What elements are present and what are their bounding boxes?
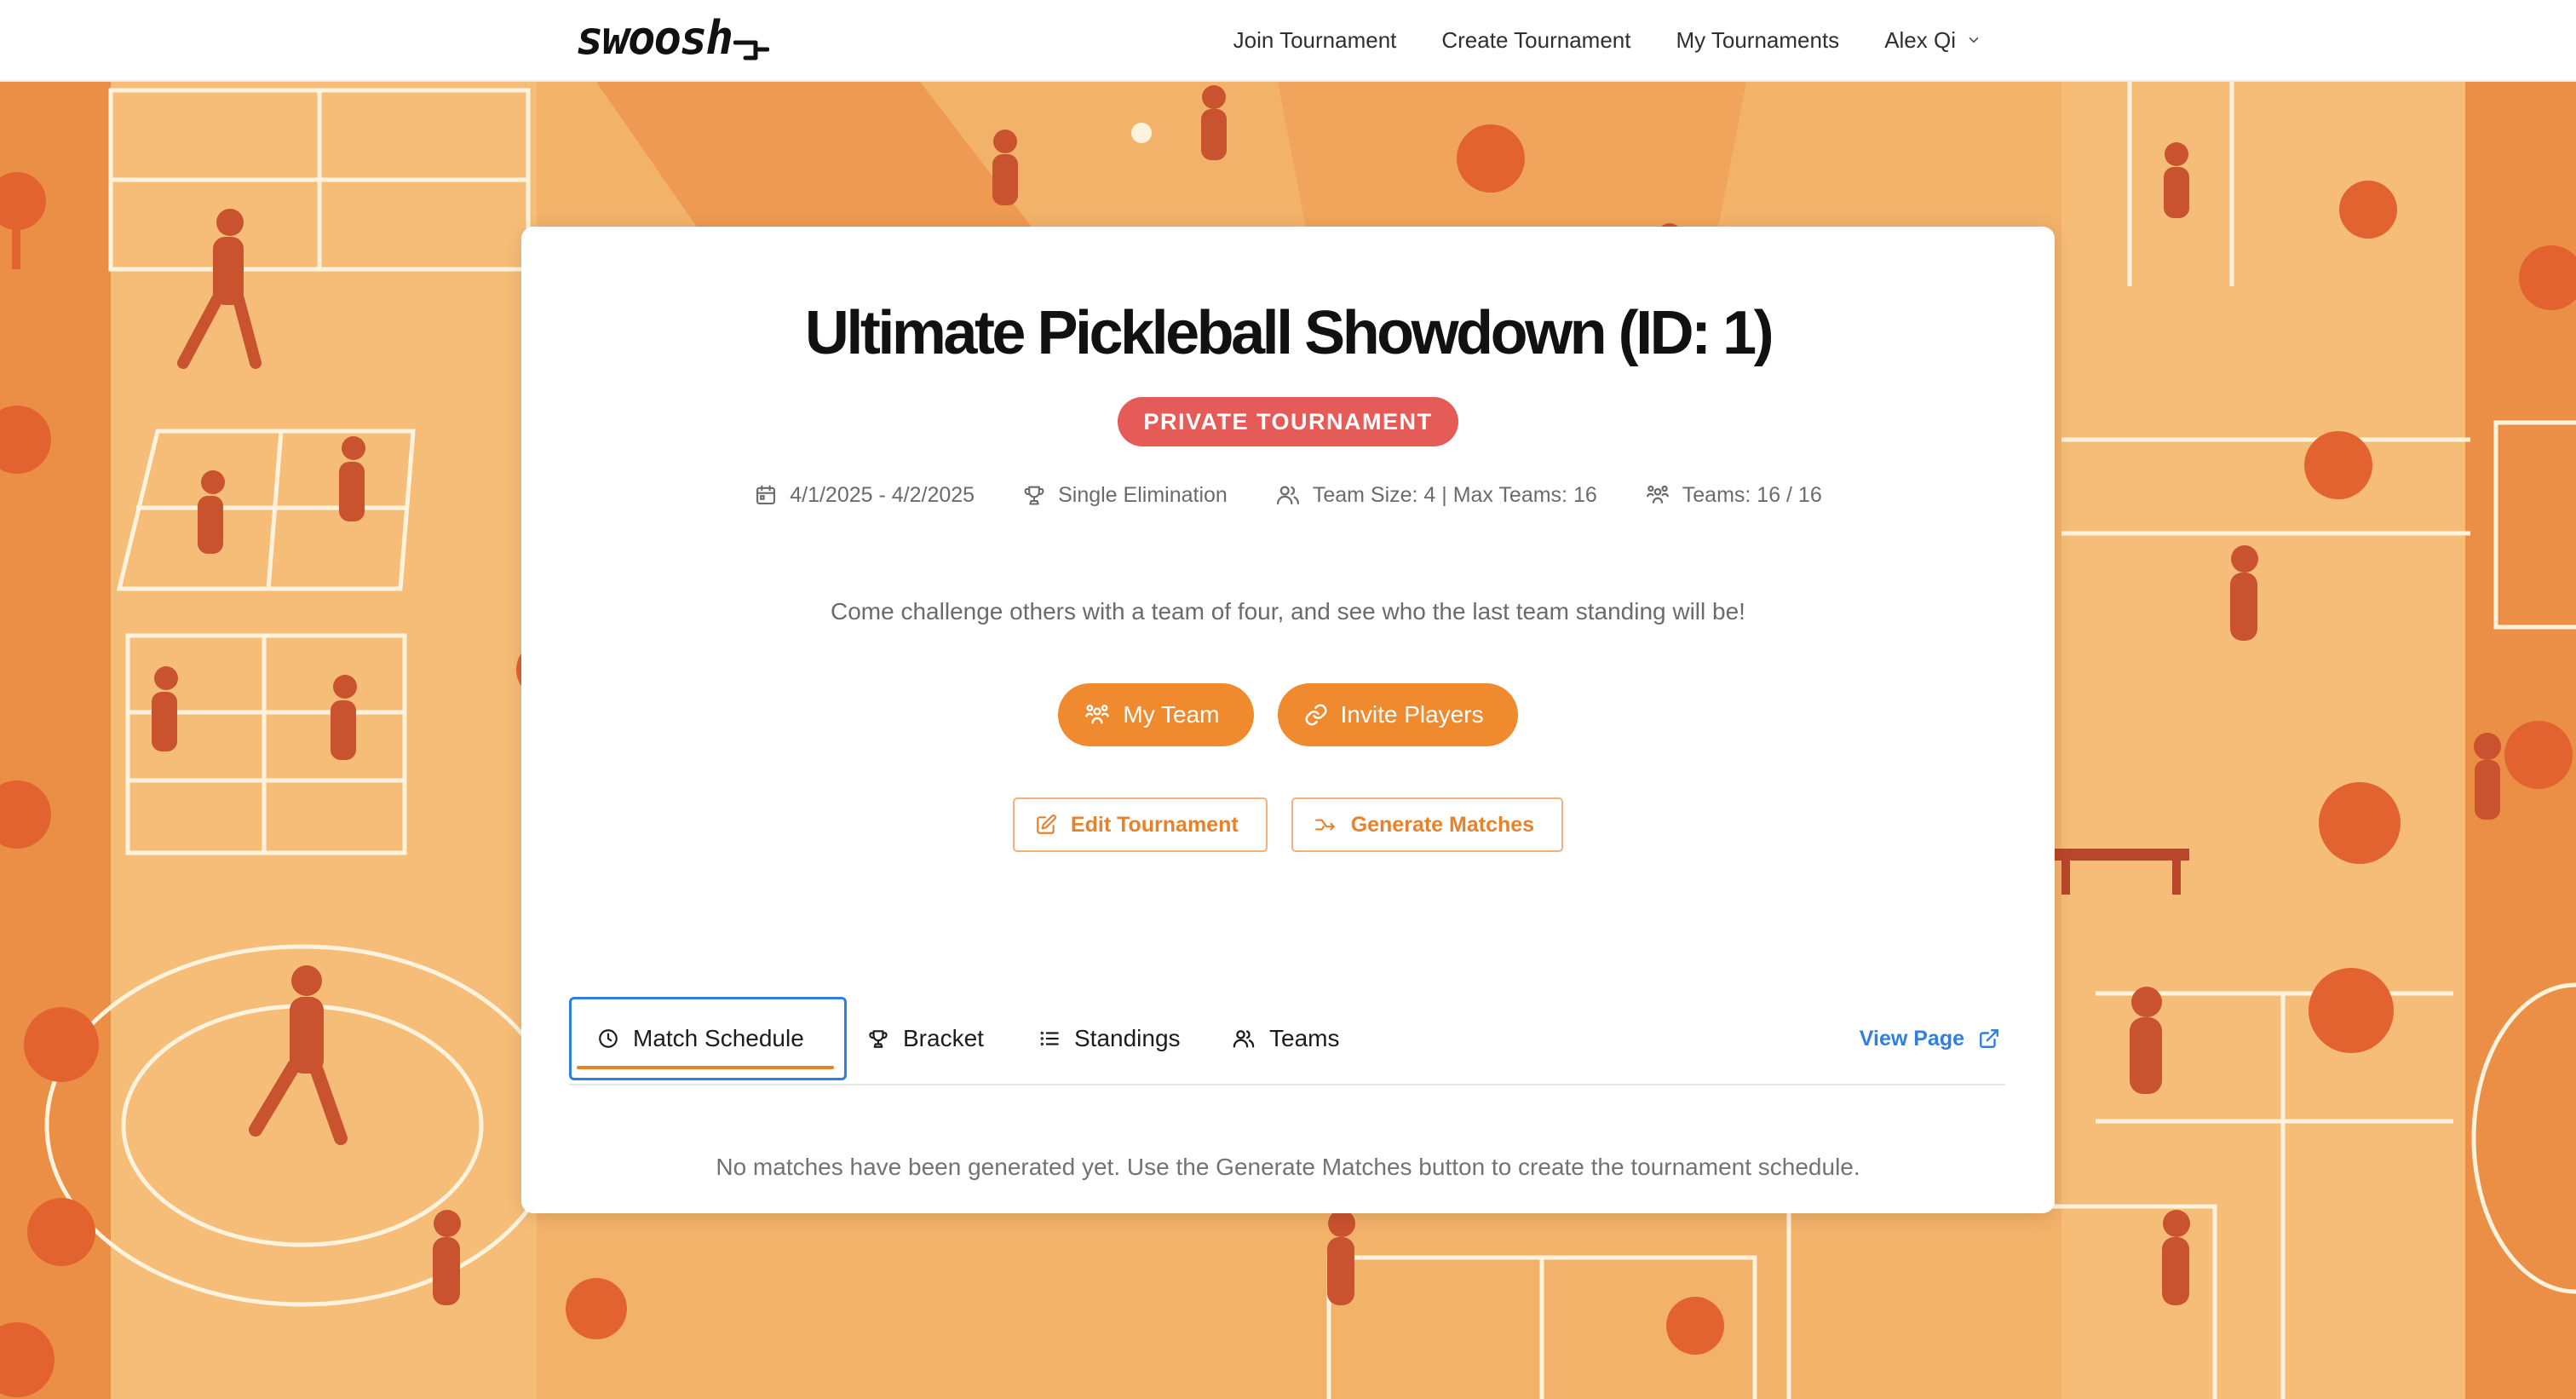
invite-players-button[interactable]: Invite Players: [1277, 683, 1518, 746]
generate-matches-button-label: Generate Matches: [1350, 812, 1535, 837]
meta-teams-count: Teams: 16 / 16: [1645, 482, 1822, 508]
primary-actions: My Team Invite Players: [521, 683, 2055, 746]
meta-format-text: Single Elimination: [1058, 482, 1228, 507]
empty-matches-message: No matches have been generated yet. Use …: [716, 1154, 1860, 1180]
tab-match-schedule-label: Match Schedule: [633, 1025, 804, 1051]
calendar-icon: [756, 485, 776, 504]
users-icon: [1276, 486, 1299, 505]
trophy-icon: [869, 1030, 888, 1048]
tab-teams-label: Teams: [1269, 1025, 1340, 1051]
edit-tournament-button[interactable]: Edit Tournament: [1012, 797, 1268, 852]
chevron-down-icon: [1969, 37, 1979, 43]
tab-bracket-label: Bracket: [903, 1025, 984, 1051]
nav-my-tournaments[interactable]: My Tournaments: [1676, 27, 1839, 54]
tournament-meta: 4/1/2025 - 4/2/2025 Single Elimination T…: [521, 482, 2055, 508]
tournament-tabs: Match Schedule Bracket Standings Teams V…: [569, 997, 2005, 1085]
tab-standings[interactable]: Standings: [1038, 999, 1181, 1079]
meta-dates: 4/1/2025 - 4/2/2025: [754, 482, 975, 508]
user-name: Alex Qi: [1884, 26, 1956, 53]
team-group-icon: [1646, 485, 1669, 504]
edit-icon: [1037, 815, 1056, 834]
nav-join-tournament[interactable]: Join Tournament: [1233, 27, 1397, 54]
top-navbar: swoosh Join Tournament Create Tournament…: [0, 0, 2576, 82]
generate-matches-button[interactable]: Generate Matches: [1291, 797, 1564, 852]
users-icon: [1233, 1030, 1255, 1048]
tab-teams[interactable]: Teams: [1232, 999, 1339, 1079]
meta-format: Single Elimination: [1022, 482, 1228, 508]
trophy-icon: [1024, 486, 1044, 505]
nav-create-tournament[interactable]: Create Tournament: [1441, 27, 1630, 54]
admin-actions: Edit Tournament Generate Matches: [521, 797, 2055, 852]
tab-bracket[interactable]: Bracket: [867, 999, 984, 1079]
tab-match-schedule[interactable]: Match Schedule: [569, 997, 847, 1080]
my-team-button-label: My Team: [1123, 701, 1220, 728]
clock-icon: [599, 1029, 618, 1048]
team-group-icon: [1085, 705, 1110, 724]
main-nav: Join Tournament Create Tournament My Tou…: [1233, 0, 1981, 80]
shuffle-icon: [1314, 819, 1335, 831]
active-tab-indicator: [577, 1066, 834, 1069]
list-icon: [1040, 1031, 1059, 1046]
view-page-link[interactable]: View Page: [1860, 999, 2000, 1079]
external-link-icon: [1980, 1029, 1998, 1048]
meta-dates-text: 4/1/2025 - 4/2/2025: [790, 482, 975, 507]
logo-mark-icon: [733, 40, 770, 60]
brand-logo[interactable]: swoosh: [576, 3, 770, 72]
private-tournament-badge: PRIVATE TOURNAMENT: [1118, 397, 1458, 446]
invite-players-button-label: Invite Players: [1340, 701, 1484, 728]
tournament-description: Come challenge others with a team of fou…: [831, 598, 1745, 625]
tournament-card: Ultimate Pickleball Showdown (ID: 1) PRI…: [521, 227, 2055, 1213]
my-team-button[interactable]: My Team: [1058, 683, 1254, 746]
tournament-title: Ultimate Pickleball Showdown (ID: 1): [804, 299, 1774, 367]
edit-tournament-button-label: Edit Tournament: [1070, 812, 1239, 837]
link-icon: [1305, 704, 1326, 726]
meta-teams-count-text: Teams: 16 / 16: [1682, 482, 1822, 507]
tab-standings-label: Standings: [1074, 1025, 1181, 1051]
user-menu[interactable]: Alex Qi: [1884, 27, 1981, 54]
meta-team-info: Team Size: 4 | Max Teams: 16: [1275, 482, 1597, 508]
view-page-label: View Page: [1859, 1026, 1964, 1051]
logo-text: swoosh: [576, 10, 733, 65]
meta-team-info-text: Team Size: 4 | Max Teams: 16: [1312, 482, 1597, 507]
